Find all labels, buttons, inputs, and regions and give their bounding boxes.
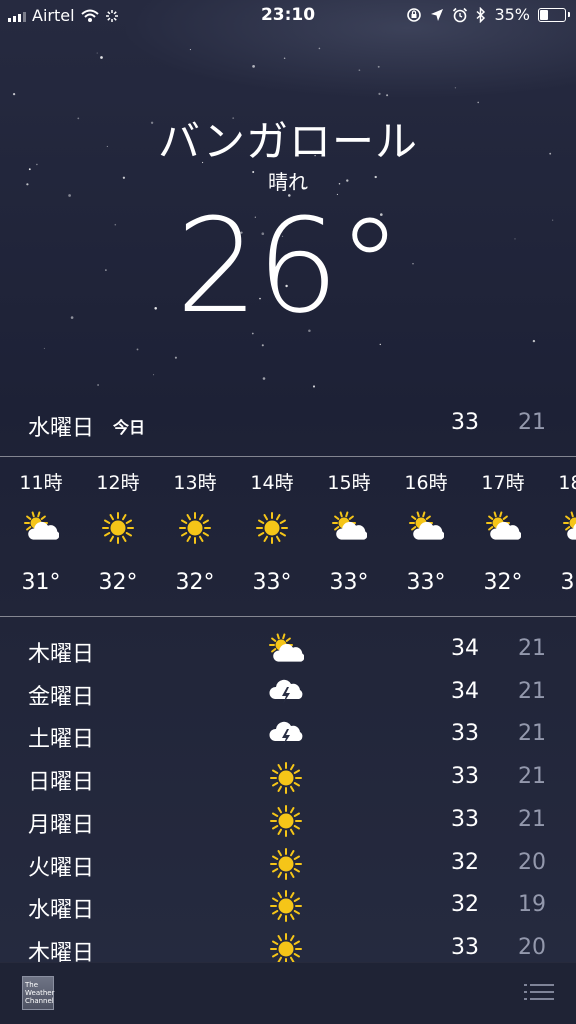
hourly-time: 13時 <box>173 472 217 494</box>
daily-day: 水曜日 <box>28 898 95 924</box>
sun-icon <box>268 846 304 882</box>
daily-low: 20 <box>518 849 546 875</box>
daily-row: 土曜日 33 21 <box>0 713 576 756</box>
hourly-temp: 33° <box>406 570 446 595</box>
hourly-temp: 32° <box>483 570 523 595</box>
daily-low: 20 <box>518 934 546 960</box>
hourly-item: 11時 31° <box>6 460 76 612</box>
daily-high: 34 <box>451 678 479 704</box>
daily-low: 21 <box>518 721 546 747</box>
sun-icon <box>177 510 213 546</box>
partly-cloudy-icon <box>23 510 60 546</box>
daily-day: 日曜日 <box>28 770 95 796</box>
hourly-temp: 31° <box>21 570 61 595</box>
daily-day: 月曜日 <box>28 812 95 838</box>
hourly-temp: 33° <box>329 570 369 595</box>
daily-low: 21 <box>518 764 546 790</box>
daily-day: 金曜日 <box>28 684 95 710</box>
daily-high: 33 <box>451 764 479 790</box>
daily-high: 33 <box>451 934 479 960</box>
alarm-icon <box>453 7 468 22</box>
hourly-item: 12時 32° <box>83 460 153 612</box>
daily-row: 日曜日 33 21 <box>0 756 576 799</box>
weather-channel-logo[interactable]: The Weather Channel <box>22 976 54 1010</box>
city-list-button[interactable] <box>524 984 554 1004</box>
sun-icon <box>268 760 304 796</box>
thunderstorm-icon <box>268 717 304 753</box>
hourly-temp: 32° <box>175 570 215 595</box>
sun-icon <box>268 803 304 839</box>
daily-row: 水曜日 32 19 <box>0 884 576 927</box>
status-bar: Airtel 23:10 35% <box>0 0 576 32</box>
hourly-temp: 31° <box>560 570 576 595</box>
daily-day: 火曜日 <box>28 855 95 881</box>
hourly-temp: 32° <box>98 570 138 595</box>
city-name: バンガロール <box>157 117 419 166</box>
daily-high: 33 <box>451 806 479 832</box>
partly-cloudy-icon <box>331 510 368 546</box>
daily-high: 32 <box>451 849 479 875</box>
hourly-time: 14時 <box>250 472 294 494</box>
hourly-item: 15時 33° <box>314 460 384 612</box>
hourly-time: 18時 <box>558 472 576 494</box>
daily-day: 土曜日 <box>28 727 95 753</box>
hourly-forecast-strip[interactable]: 11時 31° 12時 32° 13時 32° 14時 33° 15時 33° 16時 33° 17時 3… <box>0 460 576 612</box>
partly-cloudy-icon <box>562 510 576 546</box>
sun-icon <box>268 888 304 924</box>
daily-high: 34 <box>451 636 479 661</box>
rotation-lock-icon <box>407 7 422 22</box>
daily-day: 木曜日 <box>28 642 95 667</box>
hourly-item: 13時 32° <box>160 460 230 612</box>
sun-icon <box>254 510 290 546</box>
daily-forecast-list[interactable]: 木曜日 34 21 金曜日 34 21 土曜日 33 21 日曜日 33 21 月曜日 33 21 火曜日 32… <box>0 628 576 962</box>
hourly-item: 18時 31° <box>545 460 576 612</box>
daily-row: 木曜日 34 21 <box>0 628 576 671</box>
hourly-item: 17時 32° <box>468 460 538 612</box>
daily-day: 木曜日 <box>28 940 95 962</box>
hourly-time: 15時 <box>327 472 371 494</box>
partly-cloudy-icon <box>408 510 445 546</box>
battery-icon <box>538 7 570 22</box>
today-day: 水曜日 <box>28 416 95 441</box>
hourly-item: 14時 33° <box>237 460 307 612</box>
hourly-temp: 33° <box>252 570 292 595</box>
today-high: 33 <box>451 410 479 435</box>
bluetooth-icon <box>476 6 486 23</box>
divider-bottom <box>0 616 576 617</box>
partly-cloudy-icon <box>485 510 522 546</box>
today-summary-row: 水曜日 今日 33 21 <box>0 404 576 448</box>
daily-low: 21 <box>518 806 546 832</box>
today-label: 今日 <box>113 418 146 437</box>
daily-high: 33 <box>451 721 479 747</box>
hourly-time: 12時 <box>96 472 140 494</box>
today-low: 21 <box>518 410 546 435</box>
footer-bar: The Weather Channel <box>0 962 576 1024</box>
daily-low: 21 <box>518 636 546 661</box>
location-arrow-icon <box>431 8 444 21</box>
daily-row: 金曜日 34 21 <box>0 671 576 714</box>
sun-icon <box>268 931 304 962</box>
sun-icon <box>100 510 136 546</box>
daily-row: 木曜日 33 20 <box>0 927 576 962</box>
daily-row: 火曜日 32 20 <box>0 842 576 885</box>
daily-high: 32 <box>451 892 479 918</box>
daily-low: 19 <box>518 892 546 918</box>
daily-low: 21 <box>518 678 546 704</box>
thunderstorm-icon <box>268 675 304 711</box>
current-temperature: 26° <box>175 190 402 342</box>
hourly-time: 11時 <box>19 472 63 494</box>
hourly-time: 16時 <box>404 472 448 494</box>
hourly-item: 16時 33° <box>391 460 461 612</box>
hourly-time: 17時 <box>481 472 525 494</box>
divider-top <box>0 456 576 457</box>
daily-row: 月曜日 33 21 <box>0 799 576 842</box>
battery-percent: 35% <box>494 5 530 24</box>
partly-cloudy-icon <box>268 632 305 668</box>
